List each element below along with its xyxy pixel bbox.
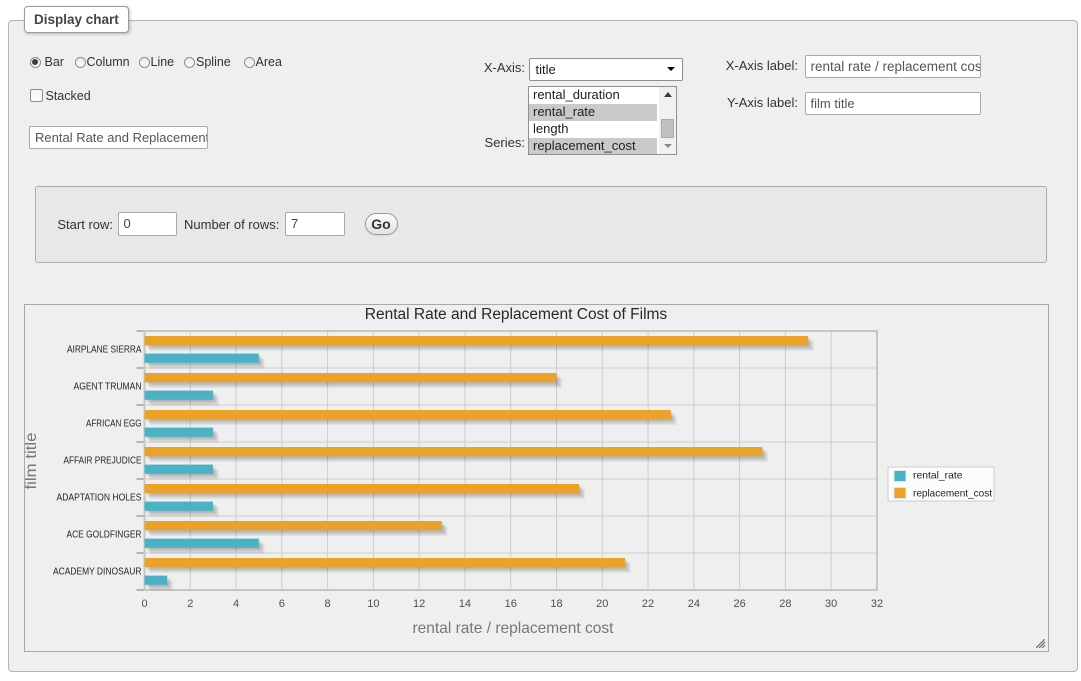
svg-text:film title: film title bbox=[25, 432, 40, 489]
svg-text:30: 30 bbox=[825, 598, 837, 610]
svg-text:rental rate / replacement cost: rental rate / replacement cost bbox=[413, 620, 615, 637]
svg-text:rental_rate: rental_rate bbox=[913, 470, 963, 482]
svg-text:26: 26 bbox=[733, 598, 745, 610]
svg-text:ADAPTATION HOLES: ADAPTATION HOLES bbox=[57, 493, 142, 504]
svg-text:18: 18 bbox=[550, 598, 562, 610]
svg-text:16: 16 bbox=[505, 598, 517, 610]
svg-text:ACE GOLDFINGER: ACE GOLDFINGER bbox=[67, 530, 142, 541]
svg-text:ACADEMY DINOSAUR: ACADEMY DINOSAUR bbox=[53, 567, 142, 578]
svg-text:2: 2 bbox=[187, 598, 193, 610]
svg-text:20: 20 bbox=[596, 598, 608, 610]
svg-text:32: 32 bbox=[871, 598, 883, 610]
svg-text:AGENT TRUMAN: AGENT TRUMAN bbox=[74, 382, 142, 393]
svg-text:6: 6 bbox=[279, 598, 285, 610]
svg-text:4: 4 bbox=[233, 598, 239, 610]
svg-text:24: 24 bbox=[688, 598, 700, 610]
svg-text:28: 28 bbox=[779, 598, 791, 610]
svg-text:12: 12 bbox=[413, 598, 425, 610]
svg-text:8: 8 bbox=[325, 598, 331, 610]
svg-text:10: 10 bbox=[367, 598, 379, 610]
svg-text:AIRPLANE SIERRA: AIRPLANE SIERRA bbox=[67, 345, 142, 356]
svg-text:22: 22 bbox=[642, 598, 654, 610]
svg-text:AFFAIR PREJUDICE: AFFAIR PREJUDICE bbox=[64, 456, 142, 467]
svg-text:AFRICAN EGG: AFRICAN EGG bbox=[86, 419, 142, 430]
svg-text:14: 14 bbox=[459, 598, 471, 610]
svg-text:0: 0 bbox=[141, 598, 147, 610]
svg-text:replacement_cost: replacement_cost bbox=[913, 488, 992, 500]
svg-text:Rental Rate and Replacement Co: Rental Rate and Replacement Cost of Film… bbox=[365, 306, 668, 323]
